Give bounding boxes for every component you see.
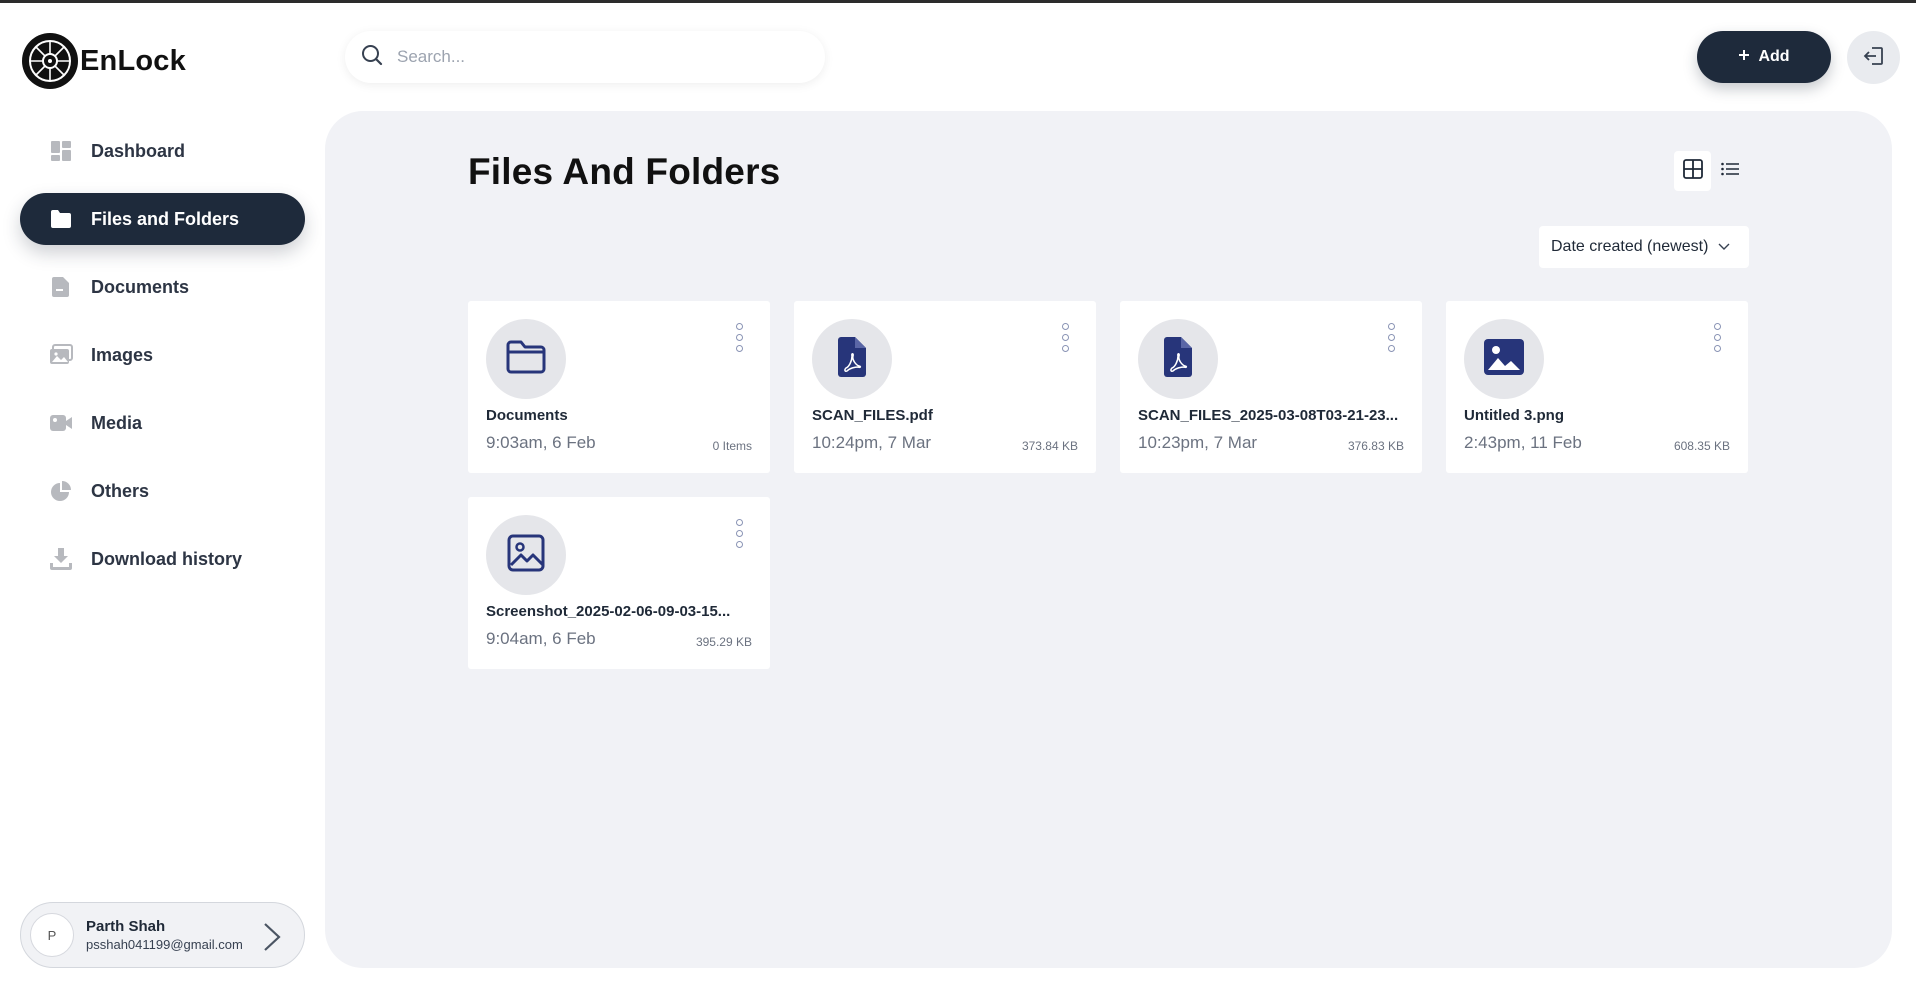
page-title: Files And Folders — [468, 151, 781, 192]
file-name: SCAN_FILES_2025-03-08T03-21-23... — [1138, 407, 1399, 424]
main-panel: Files And Folders Date created (newest) — [325, 111, 1892, 968]
sidebar-item-others[interactable]: Others — [20, 465, 305, 517]
download-icon — [49, 547, 73, 571]
sidebar-nav: Dashboard Files and Folders Documents Im… — [20, 125, 305, 601]
file-date: 9:03am, 6 Feb — [486, 433, 596, 452]
folder-icon — [49, 207, 73, 231]
chevron-down-icon — [1718, 238, 1730, 256]
add-button-label: Add — [1758, 48, 1790, 65]
file-meta: 608.35 KB — [1673, 439, 1730, 453]
file-card[interactable]: Documents 9:03am, 6 Feb 0 Items — [468, 301, 770, 473]
list-icon — [1720, 162, 1739, 181]
search-input[interactable] — [397, 47, 777, 67]
pie-chart-icon — [49, 479, 73, 503]
app-logo[interactable]: EnLock — [22, 33, 186, 89]
view-toggle — [1674, 151, 1749, 191]
image-outline-icon — [507, 534, 545, 577]
file-date: 9:04am, 6 Feb — [486, 629, 596, 648]
logout-icon — [1863, 45, 1885, 70]
more-options-icon[interactable] — [1060, 323, 1070, 352]
sort-label: Date created (newest) — [1551, 238, 1709, 255]
file-date: 10:24pm, 7 Mar — [812, 433, 932, 452]
sidebar-item-media[interactable]: Media — [20, 397, 305, 449]
top-border — [0, 0, 1916, 3]
file-icon-wrapper — [1138, 319, 1218, 399]
sidebar-item-documents[interactable]: Documents — [20, 261, 305, 313]
chevron-right-icon[interactable] — [262, 922, 282, 957]
file-card[interactable]: SCAN_FILES_2025-03-08T03-21-23... 10:23p… — [1120, 301, 1422, 473]
add-button[interactable]: Add — [1697, 31, 1831, 83]
user-name: Parth Shah — [86, 918, 166, 935]
file-icon-wrapper — [1464, 319, 1544, 399]
sidebar-item-label: Dashboard — [91, 140, 186, 161]
avatar: P — [30, 913, 74, 957]
app-name: EnLock — [80, 44, 186, 77]
plus-icon — [1738, 48, 1750, 66]
sidebar-item-label: Images — [91, 344, 154, 365]
video-icon — [49, 411, 73, 435]
search-icon — [361, 44, 383, 71]
more-options-icon[interactable] — [734, 323, 744, 352]
file-date: 2:43pm, 11 Feb — [1464, 433, 1582, 452]
sidebar-item-images[interactable]: Images — [20, 329, 305, 381]
file-name: Screenshot_2025-02-06-09-03-15... — [486, 603, 731, 620]
file-card[interactable]: SCAN_FILES.pdf 10:24pm, 7 Mar 373.84 KB — [794, 301, 1096, 473]
sidebar-item-files-and-folders[interactable]: Files and Folders — [20, 193, 305, 245]
grid-icon — [1682, 158, 1703, 184]
image-icon — [49, 343, 73, 367]
pdf-icon — [836, 336, 868, 382]
logout-button[interactable] — [1847, 31, 1900, 84]
dashboard-icon — [49, 139, 73, 163]
sidebar-item-label: Files and Folders — [91, 208, 240, 229]
user-email: psshah041199@gmail.com — [86, 937, 243, 952]
file-date: 10:23pm, 7 Mar — [1138, 433, 1258, 452]
sidebar-item-label: Download history — [91, 548, 243, 569]
sort-dropdown[interactable]: Date created (newest) — [1539, 226, 1749, 268]
file-card[interactable]: Untitled 3.png 2:43pm, 11 Feb 608.35 KB — [1446, 301, 1748, 473]
logo-mark-icon — [22, 33, 78, 89]
file-name: Untitled 3.png — [1464, 407, 1564, 424]
grid-view-button[interactable] — [1674, 151, 1711, 191]
more-options-icon[interactable] — [734, 519, 744, 548]
user-profile-card[interactable]: P Parth Shah psshah041199@gmail.com — [20, 902, 305, 968]
file-meta: 373.84 KB — [1021, 439, 1078, 453]
file-name: Documents — [486, 407, 568, 424]
file-name: SCAN_FILES.pdf — [812, 407, 933, 424]
image-filled-icon — [1483, 338, 1525, 381]
sidebar-item-dashboard[interactable]: Dashboard — [20, 125, 305, 177]
list-view-button[interactable] — [1711, 151, 1748, 191]
more-options-icon[interactable] — [1712, 323, 1722, 352]
document-icon — [49, 275, 73, 299]
folder-icon — [506, 340, 546, 379]
more-options-icon[interactable] — [1386, 323, 1396, 352]
file-grid: Documents 9:03am, 6 Feb 0 Items SCAN_FIL… — [468, 301, 1750, 669]
sidebar-item-label: Media — [91, 412, 143, 433]
sidebar-item-label: Others — [91, 480, 150, 501]
search-bar — [345, 31, 825, 83]
file-card[interactable]: Screenshot_2025-02-06-09-03-15... 9:04am… — [468, 497, 770, 669]
sidebar-item-label: Documents — [91, 276, 190, 297]
file-meta: 395.29 KB — [695, 635, 752, 649]
file-icon-wrapper — [812, 319, 892, 399]
sidebar-item-download-history[interactable]: Download history — [20, 533, 305, 585]
file-icon-wrapper — [486, 319, 566, 399]
user-info: Parth Shah psshah041199@gmail.com — [86, 918, 243, 952]
file-meta: 376.83 KB — [1347, 439, 1404, 453]
pdf-icon — [1162, 336, 1194, 382]
file-meta: 0 Items — [712, 439, 752, 453]
file-icon-wrapper — [486, 515, 566, 595]
